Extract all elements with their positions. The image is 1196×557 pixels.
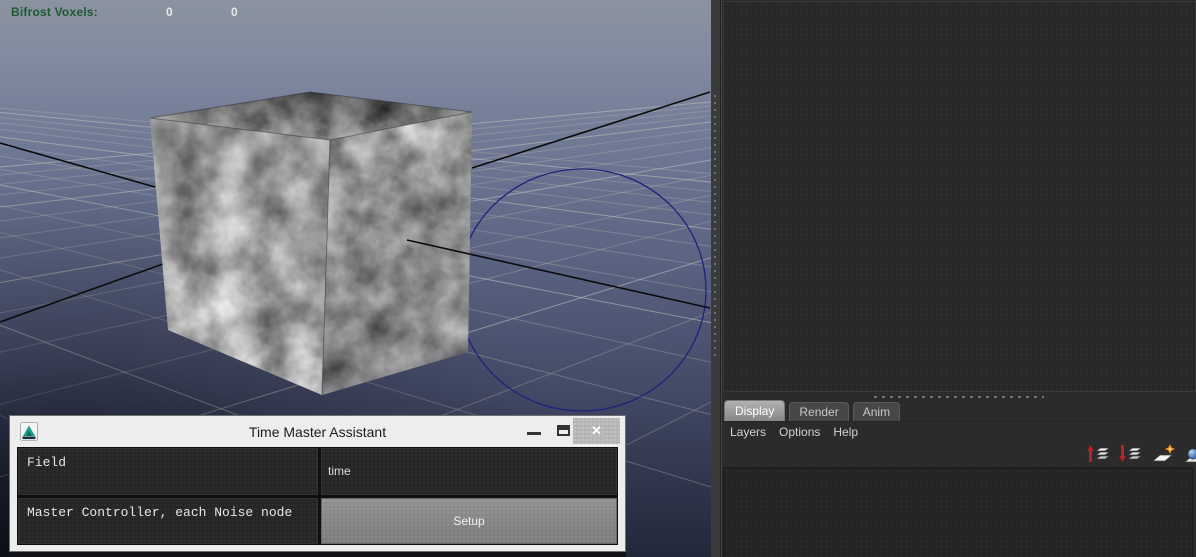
maya-application-window: Bifrost Voxels: 0 0 Display Render Anim … (0, 0, 1196, 557)
menu-layers[interactable]: Layers (730, 425, 766, 439)
minimize-button[interactable] (527, 432, 541, 435)
layer-editor-toolbar (1086, 441, 1196, 467)
panel-splitter-horizontal[interactable] (722, 392, 1196, 401)
layer-list-empty[interactable] (723, 467, 1193, 557)
field-value-input[interactable]: time (321, 448, 617, 495)
maximize-button[interactable] (557, 425, 570, 436)
splitter-grip-dots (714, 95, 716, 357)
master-controller-label-cell: Master Controller, each Noise node (18, 497, 318, 544)
panel-splitter-vertical[interactable] (711, 0, 721, 557)
close-button[interactable]: ✕ (573, 418, 620, 444)
field-label-cell: Field (18, 448, 318, 495)
channel-box-empty-area[interactable] (723, 1, 1196, 392)
setup-button[interactable]: Setup (321, 497, 617, 544)
tab-render[interactable]: Render (789, 402, 849, 421)
hud-voxel-count-1: 0 (166, 5, 173, 19)
menu-help[interactable]: Help (833, 425, 858, 439)
new-layer-from-selected-icon[interactable] (1182, 443, 1196, 466)
hud-voxel-count-2: 0 (231, 5, 238, 19)
dialog-body: Field time Master Controller, each Noise… (17, 447, 618, 545)
move-layer-down-icon[interactable] (1118, 443, 1145, 466)
tab-anim[interactable]: Anim (852, 402, 901, 421)
layer-editor-tabbar: Display Render Anim (722, 400, 1196, 422)
move-layer-up-icon[interactable] (1086, 443, 1113, 466)
tab-display[interactable]: Display (724, 400, 786, 421)
new-empty-layer-icon[interactable] (1150, 443, 1177, 466)
layer-editor-menubar: Layers Options Help (722, 422, 1196, 441)
dialog-shadow (9, 552, 626, 557)
hud-bifrost-voxels-label: Bifrost Voxels: (11, 5, 98, 19)
menu-options[interactable]: Options (779, 425, 820, 439)
channel-box-layer-editor-panel: Display Render Anim Layers Options Help (721, 0, 1196, 557)
time-master-assistant-dialog[interactable]: Time Master Assistant ✕ Field time Maste… (9, 415, 626, 552)
splitter-grip-dashes (874, 396, 1044, 398)
dialog-titlebar[interactable]: Time Master Assistant ✕ (10, 416, 625, 448)
